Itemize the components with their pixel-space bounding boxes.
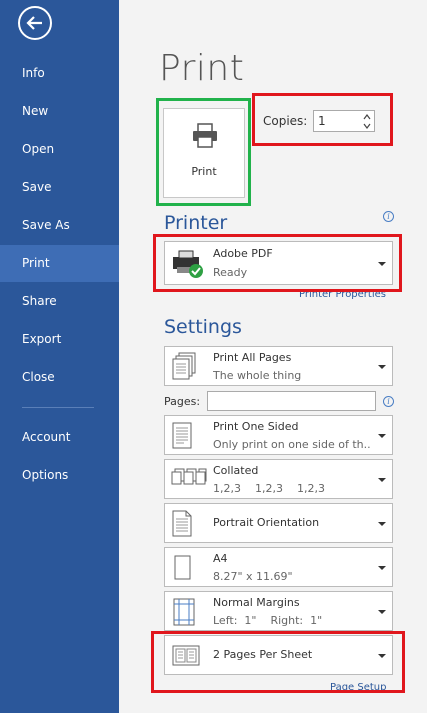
page-title: Print xyxy=(159,48,245,89)
collated-icon xyxy=(171,468,207,485)
dropdown-arrow-icon xyxy=(378,365,386,369)
pages-label: Pages: xyxy=(164,395,201,408)
pages-per-sheet-dropdown[interactable]: 2 Pages Per Sheet xyxy=(164,635,393,675)
printer-icon xyxy=(193,123,217,148)
setting-line2: The whole thing xyxy=(213,369,302,382)
setting-line2: 8.27" x 11.69" xyxy=(213,570,293,583)
back-button[interactable] xyxy=(18,6,52,40)
print-button-label: Print xyxy=(191,165,217,178)
sidebar-item-share[interactable]: Share xyxy=(0,283,119,320)
copies-stepper[interactable]: 1 xyxy=(313,110,375,132)
dropdown-arrow-icon xyxy=(378,654,386,658)
printer-dropdown[interactable]: Adobe PDF Ready xyxy=(164,241,393,285)
paper-size-dropdown[interactable]: A4 8.27" x 11.69" xyxy=(164,547,393,587)
info-icon[interactable]: i xyxy=(383,211,394,222)
pages-input[interactable] xyxy=(207,391,376,411)
setting-line1: Print One Sided xyxy=(213,420,299,433)
sidebar-item-export[interactable]: Export xyxy=(0,321,119,358)
sides-dropdown[interactable]: Print One Sided Only print on one side o… xyxy=(164,415,393,455)
dropdown-arrow-icon xyxy=(378,566,386,570)
printer-status: Ready xyxy=(213,266,248,279)
print-range-dropdown[interactable]: Print All Pages The whole thing xyxy=(164,346,393,386)
sidebar-item-save-as[interactable]: Save As xyxy=(0,207,119,244)
print-panel: Print Print Copies: 1 Printer i Adobe PD… xyxy=(119,0,427,713)
setting-line1: Collated xyxy=(213,464,259,477)
dropdown-arrow-icon xyxy=(378,522,386,526)
pages-per-sheet-icon xyxy=(172,645,200,666)
pages-icon xyxy=(172,352,196,380)
margins-icon xyxy=(173,598,195,626)
dropdown-arrow-icon xyxy=(378,262,386,266)
portrait-icon xyxy=(172,510,192,537)
info-icon[interactable]: i xyxy=(383,396,394,407)
sidebar: Info New Open Save Save As Print Share E… xyxy=(0,0,119,713)
setting-line1: 2 Pages Per Sheet xyxy=(213,648,313,661)
setting-line1: Portrait Orientation xyxy=(213,516,320,529)
margins-dropdown[interactable]: Normal Margins Left: 1" Right: 1" xyxy=(164,591,393,631)
page-setup-link[interactable]: Page Setup xyxy=(330,682,387,693)
sidebar-divider xyxy=(22,407,94,408)
spin-up-icon[interactable] xyxy=(363,113,371,121)
copies-value: 1 xyxy=(318,114,326,128)
setting-line2: Only print on one side of th... xyxy=(213,438,371,451)
setting-line1: Normal Margins xyxy=(213,596,300,609)
sidebar-item-new[interactable]: New xyxy=(0,93,119,130)
printer-name: Adobe PDF xyxy=(213,247,273,260)
back-arrow-icon xyxy=(26,16,42,30)
sidebar-item-save[interactable]: Save xyxy=(0,169,119,206)
dropdown-arrow-icon xyxy=(378,610,386,614)
print-button[interactable]: Print xyxy=(163,108,245,198)
setting-line1: A4 xyxy=(213,552,228,565)
sidebar-item-info[interactable]: Info xyxy=(0,55,119,92)
collation-dropdown[interactable]: Collated 1,2,3 1,2,3 1,2,3 xyxy=(164,459,393,499)
setting-line1: Print All Pages xyxy=(213,351,292,364)
copies-label: Copies: xyxy=(263,114,308,128)
orientation-dropdown[interactable]: Portrait Orientation xyxy=(164,503,393,543)
sidebar-item-print[interactable]: Print xyxy=(0,245,119,282)
printer-ready-icon xyxy=(173,250,203,278)
sidebar-item-close[interactable]: Close xyxy=(0,359,119,396)
spin-down-icon[interactable] xyxy=(363,122,371,130)
settings-section-title: Settings xyxy=(164,316,242,338)
dropdown-arrow-icon xyxy=(378,434,386,438)
sidebar-item-account[interactable]: Account xyxy=(0,419,119,456)
setting-line2: 1,2,3 1,2,3 1,2,3 xyxy=(213,482,325,495)
one-sided-icon xyxy=(172,422,192,449)
sidebar-item-open[interactable]: Open xyxy=(0,131,119,168)
printer-properties-link[interactable]: Printer Properties xyxy=(299,289,386,300)
sidebar-item-options[interactable]: Options xyxy=(0,457,119,494)
paper-size-icon xyxy=(174,555,191,580)
printer-section-title: Printer xyxy=(164,212,228,234)
setting-line2: Left: 1" Right: 1" xyxy=(213,614,323,627)
dropdown-arrow-icon xyxy=(378,478,386,482)
